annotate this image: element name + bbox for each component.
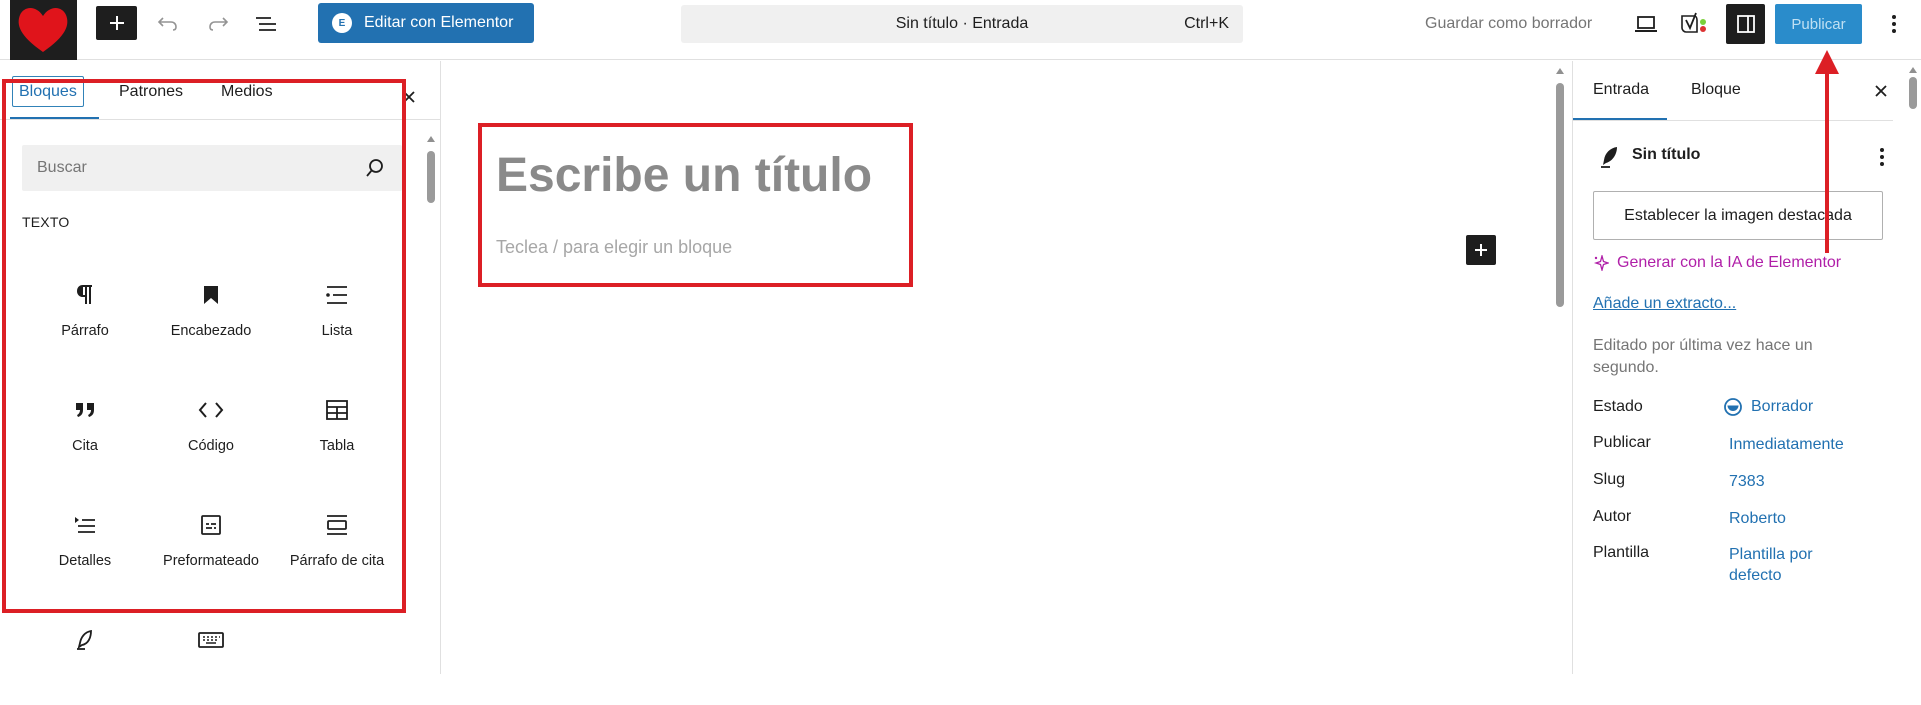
close-settings-button[interactable] [1873,83,1889,99]
author-button[interactable]: Roberto [1729,508,1869,529]
verse-icon [77,629,92,650]
close-icon [1875,85,1887,97]
laptop-icon [1635,16,1657,32]
redo-button[interactable] [202,8,234,40]
undo-button[interactable] [152,8,184,40]
sparkles-icon [1593,255,1609,271]
tabs-divider [1573,120,1893,121]
elementor-icon: E [332,13,352,33]
edit-with-elementor-label: Editar con Elementor [364,14,514,31]
post-summary-title: Sin título [1632,146,1701,163]
edit-with-elementor-button[interactable]: E Editar con Elementor [318,3,534,43]
draft-status-icon [1724,397,1742,416]
meta-key: Estado [1593,398,1643,415]
list-view-icon [256,17,276,31]
tab-block[interactable]: Bloque [1691,81,1741,99]
block-item-keyboard[interactable] [148,615,274,705]
scrollbar-track [427,136,435,203]
block-item-verse[interactable] [22,615,148,705]
meta-key: Plantilla [1593,544,1650,561]
post-actions-button[interactable] [1872,145,1892,169]
document-title-label: Sin título · Entrada [895,15,1029,32]
meta-key: Publicar [1593,434,1651,451]
meta-key: Autor [1593,508,1632,525]
save-draft-button[interactable]: Guardar como borrador [1425,8,1592,40]
settings-scrollbar[interactable] [1906,64,1920,674]
settings-sidebar-toggle-button[interactable] [1726,4,1765,44]
publish-date-button[interactable]: Inmediatamente [1729,434,1869,455]
block-inserter-toggle-button[interactable] [96,6,137,40]
sidebar-icon [1736,15,1755,33]
post-title-input[interactable]: Escribe un título [496,148,872,203]
options-menu-button[interactable] [1880,8,1908,40]
publish-button[interactable]: Publicar [1775,4,1862,44]
annotation-highlight-block-list [2,79,406,613]
document-overview-button[interactable] [250,8,282,40]
template-button[interactable]: Plantilla por defecto [1729,544,1869,586]
command-palette-button[interactable]: Sin título · Entrada Ctrl+K [681,5,1243,43]
top-toolbar: E Editar con Elementor Sin título · Entr… [0,0,1921,60]
canvas-scrollbar[interactable] [1553,65,1567,665]
generate-with-elementor-ai-link[interactable]: Generar con la IA de Elementor [1593,254,1841,272]
ai-link-label: Generar con la IA de Elementor [1617,254,1842,271]
default-block-appender[interactable]: Teclea / para elegir un bloque [496,237,732,258]
heart-logo-icon [18,8,68,52]
status-button[interactable]: Borrador [1723,396,1863,417]
yoast-seo-button[interactable] [1678,8,1712,40]
keyboard-icon [198,632,224,648]
meta-value: Borrador [1751,398,1814,415]
last-edited-text: Editado por última vez hace un segundo. [1593,337,1813,376]
more-vertical-icon [1892,15,1896,33]
plus-icon [1475,244,1487,256]
scrollbar-track [1556,68,1564,307]
meta-key: Slug [1593,471,1626,488]
post-feather-icon [1601,147,1617,168]
canvas-add-block-button[interactable] [1466,235,1496,265]
site-logo[interactable] [10,0,77,60]
shortcut-hint: Ctrl+K [1184,15,1229,32]
undo-icon [157,17,177,31]
preview-button[interactable] [1630,8,1662,40]
inserter-scrollbar[interactable] [424,133,438,674]
redo-icon [209,17,229,31]
tab-post[interactable]: Entrada [1593,81,1649,99]
plus-icon [109,16,124,30]
settings-sidebar: Entrada Bloque Sin título Establecer la … [1572,61,1921,674]
yoast-icon [1681,12,1706,33]
add-excerpt-link[interactable]: Añade un extracto... [1593,295,1736,313]
annotation-arrow [1815,50,1839,253]
more-vertical-icon [1880,148,1884,166]
slug-button[interactable]: 7383 [1729,471,1869,492]
scrollbar-track [1909,67,1917,109]
